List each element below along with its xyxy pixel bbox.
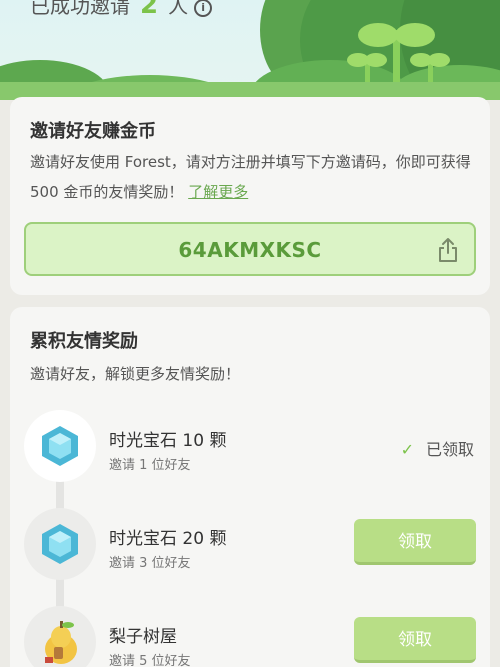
reward-item: 时光宝石 20 颗 邀请 3 位好友 领取 bbox=[10, 508, 490, 588]
claim-button[interactable]: 领取 bbox=[354, 617, 476, 663]
info-icon[interactable]: i bbox=[194, 0, 213, 17]
invite-code[interactable]: 64AKMXKSC bbox=[26, 238, 474, 262]
gem-icon bbox=[42, 426, 78, 466]
share-icon[interactable] bbox=[436, 237, 460, 263]
learn-more-link[interactable]: 了解更多 bbox=[188, 183, 248, 201]
pear-treehouse-icon bbox=[45, 621, 77, 664]
invite-header-banner: 已成功邀请 2 人 i bbox=[0, 0, 500, 100]
check-icon: ✓ bbox=[400, 440, 414, 459]
invite-card: 邀请好友赚金币 邀请好友使用 Forest，请对方注册并填写下方邀请码，你即可获… bbox=[10, 97, 490, 295]
reward-item: 时光宝石 10 颗 邀请 1 位好友 ✓ 已领取 bbox=[10, 410, 490, 490]
invited-count-suffix: 人 bbox=[168, 0, 189, 18]
reward-name: 时光宝石 10 颗 bbox=[109, 431, 227, 451]
invite-code-box[interactable]: 64AKMXKSC bbox=[24, 222, 476, 276]
invite-title: 邀请好友赚金币 bbox=[30, 121, 156, 142]
reward-item: 梨子树屋 邀请 5 位好友 领取 bbox=[10, 606, 490, 667]
invited-count-prefix: 已成功邀请 bbox=[30, 0, 130, 18]
reward-name: 时光宝石 20 颗 bbox=[109, 529, 227, 549]
invited-count: 2 bbox=[140, 0, 159, 20]
reward-icon-container bbox=[24, 410, 96, 482]
claimed-status: ✓ 已领取 bbox=[401, 436, 474, 460]
gem-icon bbox=[42, 524, 78, 564]
claim-button[interactable]: 领取 bbox=[354, 519, 476, 565]
invite-description-text: 邀请好友使用 Forest，请对方注册并填写下方邀请码，你即可获得 500 金币… bbox=[30, 153, 471, 201]
rewards-title: 累积友情奖励 bbox=[30, 331, 138, 352]
reward-icon-container bbox=[24, 606, 96, 667]
invite-description: 邀请好友使用 Forest，请对方注册并填写下方邀请码，你即可获得 500 金币… bbox=[30, 147, 475, 207]
friend-rewards-card: 累积友情奖励 邀请好友，解锁更多友情奖励！ 时光宝石 10 颗 邀请 1 位好友… bbox=[10, 307, 490, 667]
reward-condition: 邀请 5 位好友 bbox=[109, 654, 191, 667]
invited-count-summary: 已成功邀请 2 人 i bbox=[30, 0, 213, 20]
reward-name: 梨子树屋 bbox=[109, 627, 177, 647]
reward-icon-container bbox=[24, 508, 96, 580]
claimed-label: 已领取 bbox=[425, 440, 474, 459]
reward-condition: 邀请 1 位好友 bbox=[109, 458, 191, 473]
reward-condition: 邀请 3 位好友 bbox=[109, 556, 191, 571]
rewards-description: 邀请好友，解锁更多友情奖励！ bbox=[30, 365, 241, 383]
